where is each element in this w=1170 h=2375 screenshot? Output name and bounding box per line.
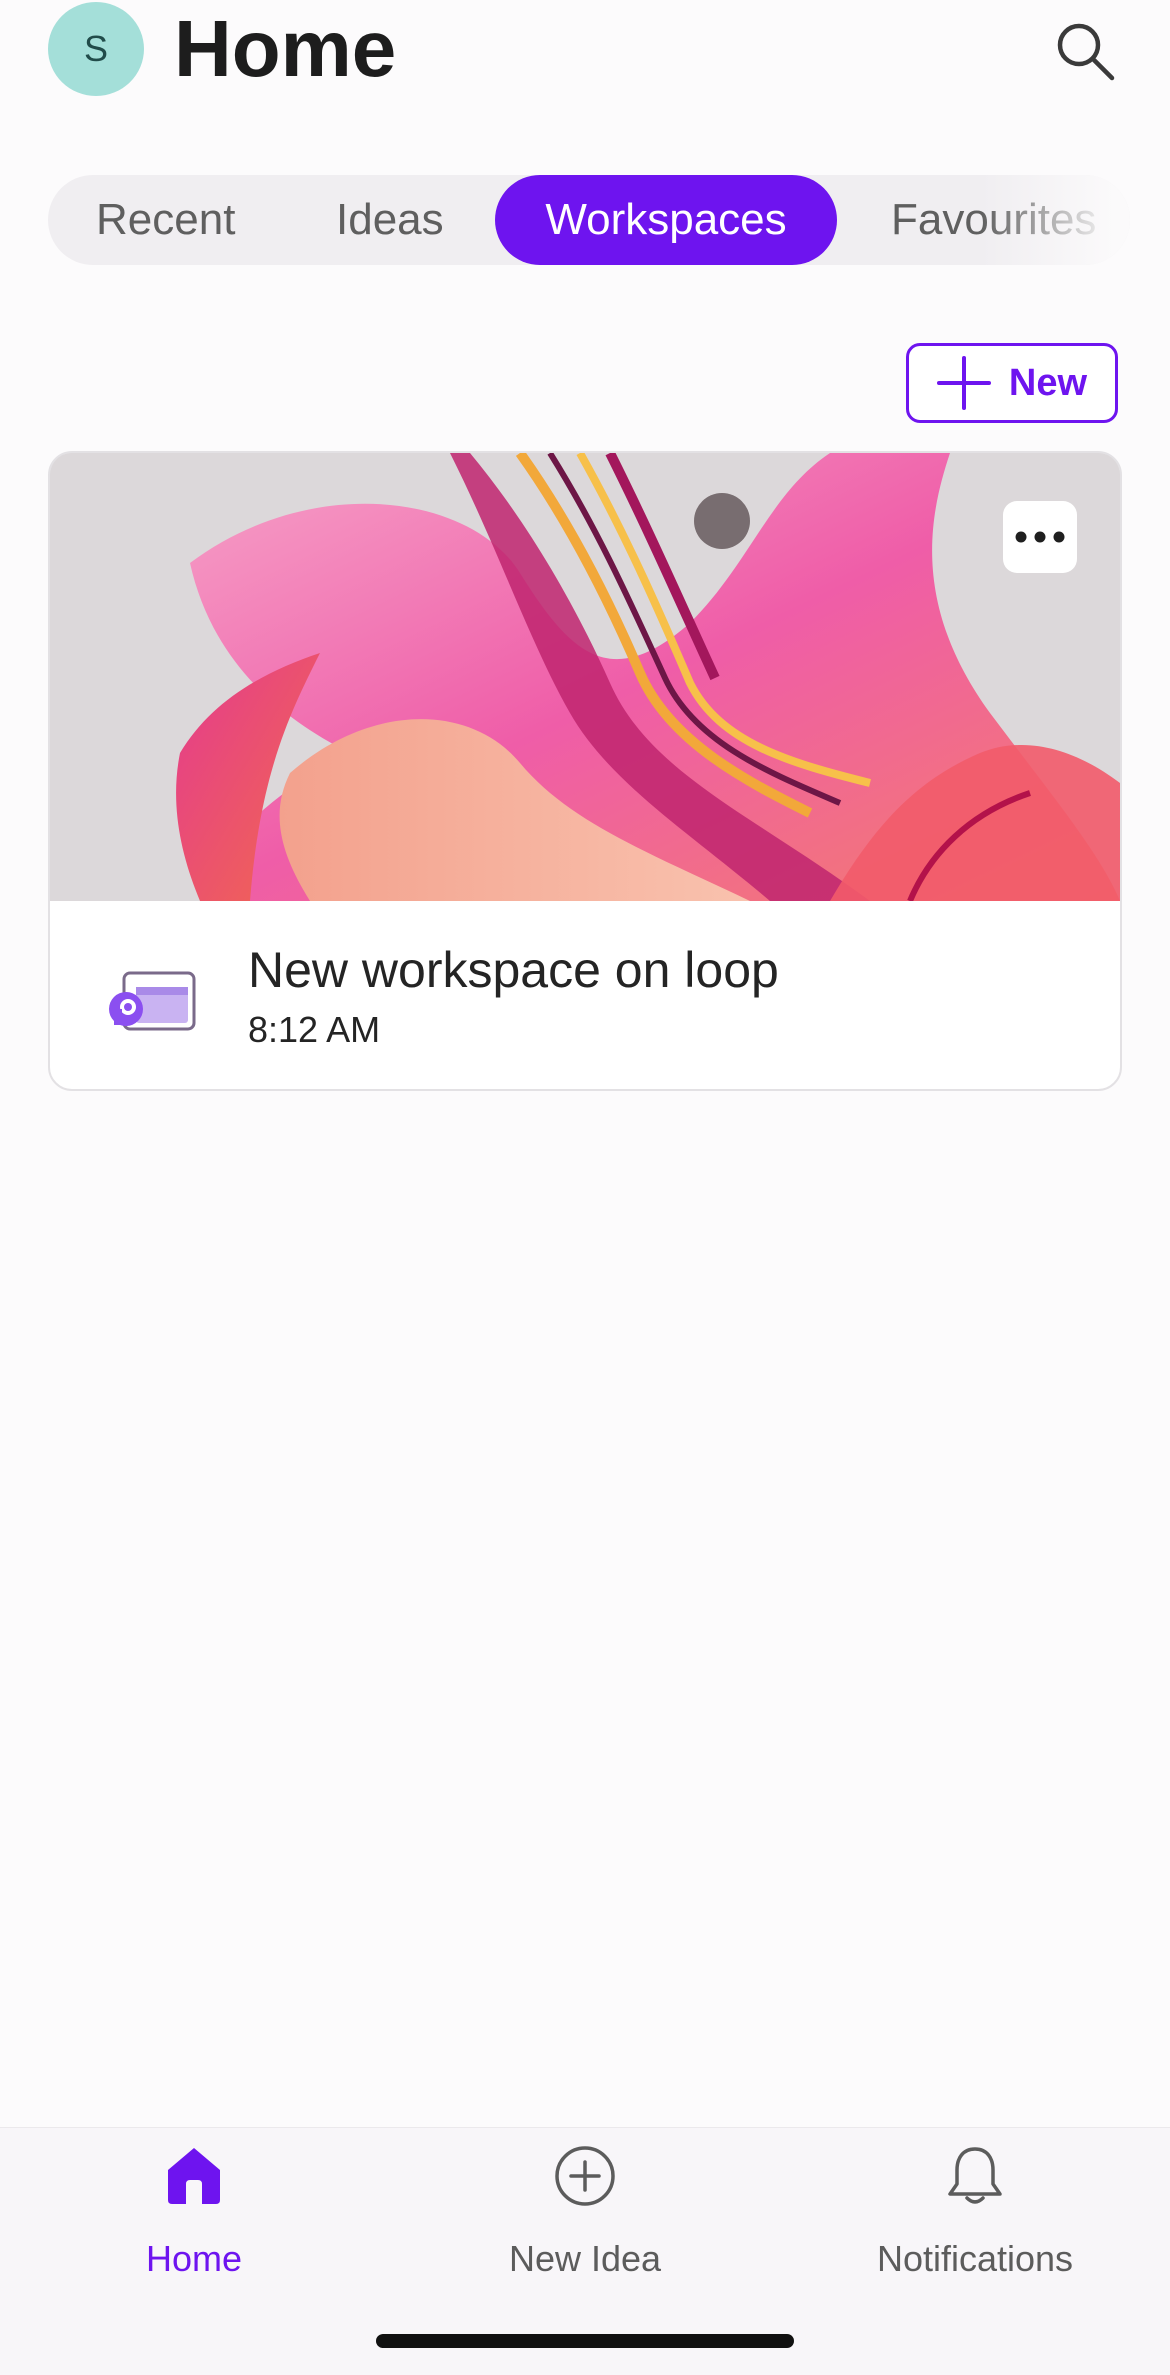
more-options-button[interactable]: [1003, 501, 1077, 573]
avatar[interactable]: S: [48, 2, 144, 96]
avatar-initial: S: [83, 28, 108, 69]
tab-ideas[interactable]: Ideas: [336, 175, 444, 265]
home-icon: [168, 2148, 220, 2204]
workspace-cover-image: [50, 453, 1120, 901]
page-title: Home: [174, 4, 397, 93]
add-circle-icon: [555, 2146, 615, 2206]
bell-icon: [948, 2147, 1002, 2204]
search-icon: [1057, 23, 1115, 81]
new-button-label: New: [1008, 361, 1088, 404]
nav-home[interactable]: Home: [44, 2128, 344, 2288]
loop-workspace-icon: [102, 963, 198, 1043]
workspace-time: 8:12 AM: [248, 1009, 381, 1050]
nav-new-idea[interactable]: New Idea: [435, 2128, 735, 2288]
nav-new-idea-label: New Idea: [508, 2238, 662, 2279]
home-indicator: [376, 2334, 794, 2348]
tab-recent[interactable]: Recent: [96, 175, 235, 265]
nav-notifications-label: Notifications: [876, 2238, 1074, 2279]
tab-favourites[interactable]: Favourites: [891, 175, 1096, 265]
new-workspace-button[interactable]: New: [906, 343, 1118, 423]
more-horizontal-icon: [1015, 531, 1065, 543]
nav-home-label: Home: [145, 2238, 243, 2279]
workspace-card[interactable]: New workspace on loop 8:12 AM: [48, 451, 1122, 1091]
nav-notifications[interactable]: Notifications: [825, 2128, 1125, 2288]
tab-bar: Recent Ideas Workspaces Favourites: [48, 175, 1130, 265]
workspace-title: New workspace on loop: [248, 942, 779, 998]
tab-workspaces[interactable]: Workspaces: [495, 175, 837, 265]
plus-icon: [936, 356, 991, 410]
search-button[interactable]: [1050, 16, 1120, 86]
